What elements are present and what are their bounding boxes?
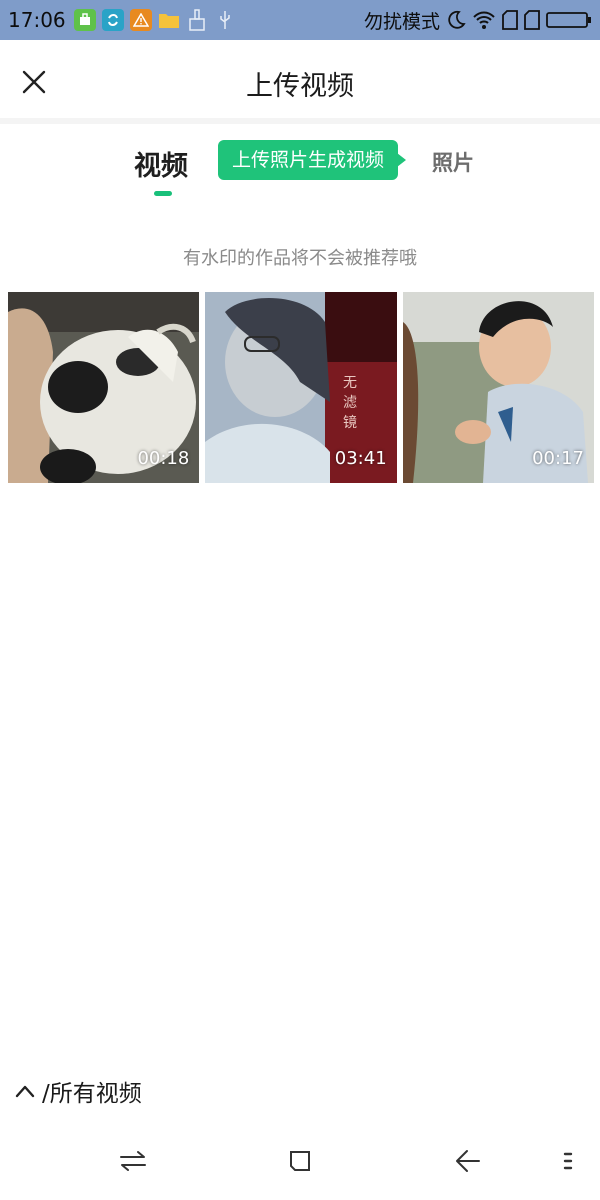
usb-icon: [214, 9, 236, 31]
album-selector[interactable]: /所有视频: [14, 1074, 142, 1108]
moon-icon: [448, 10, 466, 29]
status-time: 17:06: [8, 8, 66, 32]
tab-video-indicator: [154, 191, 172, 196]
video-thumbnail-portrait[interactable]: 无 滤 镜 03:41: [205, 292, 397, 483]
switch-apps-button[interactable]: [116, 1144, 150, 1178]
svg-text:无: 无: [343, 375, 357, 391]
sync-app-icon: [101, 9, 124, 31]
notification-icons: [73, 9, 236, 31]
folder-icon: [158, 9, 180, 31]
video-thumbnail-cat[interactable]: 00:18: [8, 292, 200, 483]
battery-icon: [546, 12, 591, 28]
menu-icon: [563, 1152, 573, 1170]
video-duration: 03:41: [334, 448, 387, 469]
video-thumbnail-child[interactable]: 00:17: [402, 292, 594, 483]
back-icon: [456, 1150, 480, 1172]
dnd-label: 勿扰模式: [363, 10, 440, 33]
sim2-icon: [524, 10, 540, 30]
home-square-icon: [290, 1151, 310, 1171]
warning-icon: [129, 9, 152, 31]
header: 上传视频: [0, 40, 600, 124]
back-button[interactable]: [450, 1144, 484, 1178]
page-title: 上传视频: [246, 71, 354, 102]
svg-text:滤: 滤: [343, 395, 357, 411]
sim1-icon: [502, 10, 518, 30]
app-store-icon: [73, 9, 96, 31]
wifi-icon: [473, 11, 495, 29]
video-duration: 00:18: [137, 448, 190, 469]
status-bar: 17:06 勿扰模式: [0, 0, 600, 40]
menu-button[interactable]: [550, 1144, 584, 1178]
chevron-up-icon: [15, 1085, 35, 1098]
system-navbar: [0, 1120, 600, 1200]
broom-icon: [186, 9, 208, 31]
video-duration: 00:17: [532, 448, 584, 469]
album-label: /所有视频: [42, 1081, 142, 1107]
status-right: 勿扰模式: [364, 7, 592, 34]
tab-video[interactable]: 视频: [134, 144, 188, 183]
photo-to-video-tooltip[interactable]: 上传照片生成视频: [218, 140, 407, 180]
home-button[interactable]: [283, 1144, 317, 1178]
media-tabs: 视频 上传照片生成视频 照片: [0, 130, 600, 210]
watermark-hint: 有水印的作品将不会被推荐哦: [183, 248, 417, 269]
video-grid: 00:18 无 滤 镜 03:41 00:17: [8, 292, 594, 483]
switch-icon: [120, 1151, 146, 1171]
svg-text:镜: 镜: [343, 415, 357, 431]
tab-photo[interactable]: 照片: [432, 147, 474, 177]
